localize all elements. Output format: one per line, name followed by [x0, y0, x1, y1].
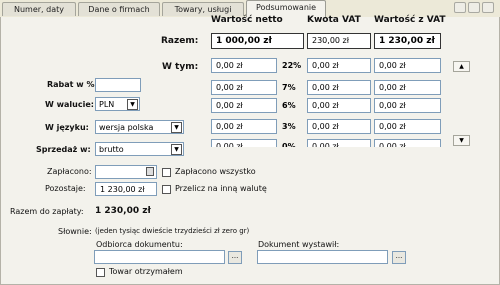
razem-brutto: 1 230,00 zł	[374, 33, 441, 49]
rabat-input[interactable]	[95, 78, 141, 92]
rate-vat[interactable]: 0,00 zł	[307, 98, 371, 113]
minimize-icon[interactable]	[454, 2, 466, 13]
rate-brutto[interactable]: 0,00 zł	[374, 58, 441, 73]
header-brutto: Wartość z VAT	[374, 15, 446, 25]
rate-pct: 6%	[282, 101, 296, 110]
rate-netto[interactable]: 0,00 zł	[211, 119, 277, 134]
odbiorca-label: Odbiorca dokumentu:	[96, 240, 183, 249]
rate-pct: 3%	[282, 122, 296, 131]
jezyk-value: wersja polska	[99, 123, 154, 132]
przelicz-waluta-checkbox[interactable]	[162, 185, 171, 194]
waluta-select[interactable]: PLN ▼	[95, 97, 140, 111]
header-vat: Kwota VAT	[307, 15, 361, 25]
calculator-icon[interactable]	[146, 167, 154, 176]
close-icon[interactable]	[482, 2, 494, 13]
jezyk-select[interactable]: wersja polska ▼	[95, 120, 184, 134]
chevron-down-icon[interactable]: ▼	[127, 99, 138, 110]
rate-pct: 7%	[282, 83, 296, 92]
rate-brutto[interactable]: 0,00 zł	[374, 119, 441, 134]
razem-label: Razem:	[161, 36, 199, 46]
w-tym-label: W tym:	[162, 62, 199, 72]
razem-netto: 1 000,00 zł	[211, 33, 304, 49]
sprzedaz-label: Sprzedaż w:	[36, 145, 91, 154]
tab-dane-o-firmach[interactable]: Dane o firmach	[78, 2, 160, 16]
rate-brutto[interactable]: 0,00 zł	[374, 98, 441, 113]
pozostaje-label: Pozostaje:	[45, 184, 86, 193]
rate-vat[interactable]: 0,00 zł	[307, 119, 371, 134]
restore-icon[interactable]	[468, 2, 480, 13]
header-netto: Wartość netto	[211, 15, 283, 25]
rate-brutto[interactable]: 0,00 zł	[374, 80, 441, 95]
waluta-label: W walucie:	[45, 100, 94, 109]
slownie-value: (jeden tysiąc dwieście trzydzieści zł ze…	[95, 227, 250, 235]
do-zaplaty-label: Razem do zapłaty:	[10, 207, 84, 216]
towar-otrzymalem-label: Towar otrzymałem	[109, 267, 183, 276]
sprzedaz-select[interactable]: brutto ▼	[95, 142, 184, 156]
chevron-down-icon[interactable]: ▼	[171, 122, 182, 133]
towar-otrzymalem-checkbox[interactable]	[96, 268, 105, 277]
rate-vat[interactable]: 0,00 zł	[307, 139, 371, 147]
scroll-down-button[interactable]: ▼	[453, 135, 470, 146]
razem-vat: 230,00 zł	[307, 33, 371, 49]
wystawil-browse-button[interactable]: ...	[392, 251, 406, 264]
rate-netto[interactable]: 0,00 zł	[211, 139, 277, 147]
rate-netto[interactable]: 0,00 zł	[211, 80, 277, 95]
odbiorca-browse-button[interactable]: ...	[228, 251, 242, 264]
zaplacono-wszystko-label: Zapłacono wszystko	[175, 167, 256, 176]
wystawil-input[interactable]	[257, 250, 388, 264]
pozostaje-input[interactable]: 1 230,00 zł	[95, 182, 157, 196]
rate-pct: 0%	[282, 142, 296, 147]
rate-pct: 22%	[282, 61, 302, 70]
rate-vat[interactable]: 0,00 zł	[307, 58, 371, 73]
chevron-down-icon[interactable]: ▼	[171, 144, 182, 155]
wystawil-label: Dokument wystawił:	[258, 240, 340, 249]
zaplacono-label: Zapłacono:	[47, 167, 92, 176]
tab-towary-uslugi[interactable]: Towary, usługi	[162, 2, 244, 16]
rate-row-clipped: 0,00 zł 0% 0,00 zł 0,00 zł	[211, 139, 443, 147]
waluta-value: PLN	[99, 100, 115, 109]
rate-brutto[interactable]: 0,00 zł	[374, 139, 441, 147]
tab-numer-daty[interactable]: Numer, daty	[2, 2, 76, 16]
odbiorca-input[interactable]	[94, 250, 225, 264]
rabat-label: Rabat w %:	[47, 80, 98, 89]
scroll-up-button[interactable]: ▲	[453, 61, 470, 72]
jezyk-label: W języku:	[45, 123, 89, 132]
slownie-label: Słownie:	[58, 227, 92, 236]
zaplacono-wszystko-checkbox[interactable]	[162, 168, 171, 177]
do-zaplaty-value: 1 230,00 zł	[95, 206, 151, 216]
przelicz-waluta-label: Przelicz na inną walutę	[175, 184, 267, 193]
rate-vat[interactable]: 0,00 zł	[307, 80, 371, 95]
rate-netto[interactable]: 0,00 zł	[211, 58, 277, 73]
rate-netto[interactable]: 0,00 zł	[211, 98, 277, 113]
sprzedaz-value: brutto	[99, 145, 124, 154]
